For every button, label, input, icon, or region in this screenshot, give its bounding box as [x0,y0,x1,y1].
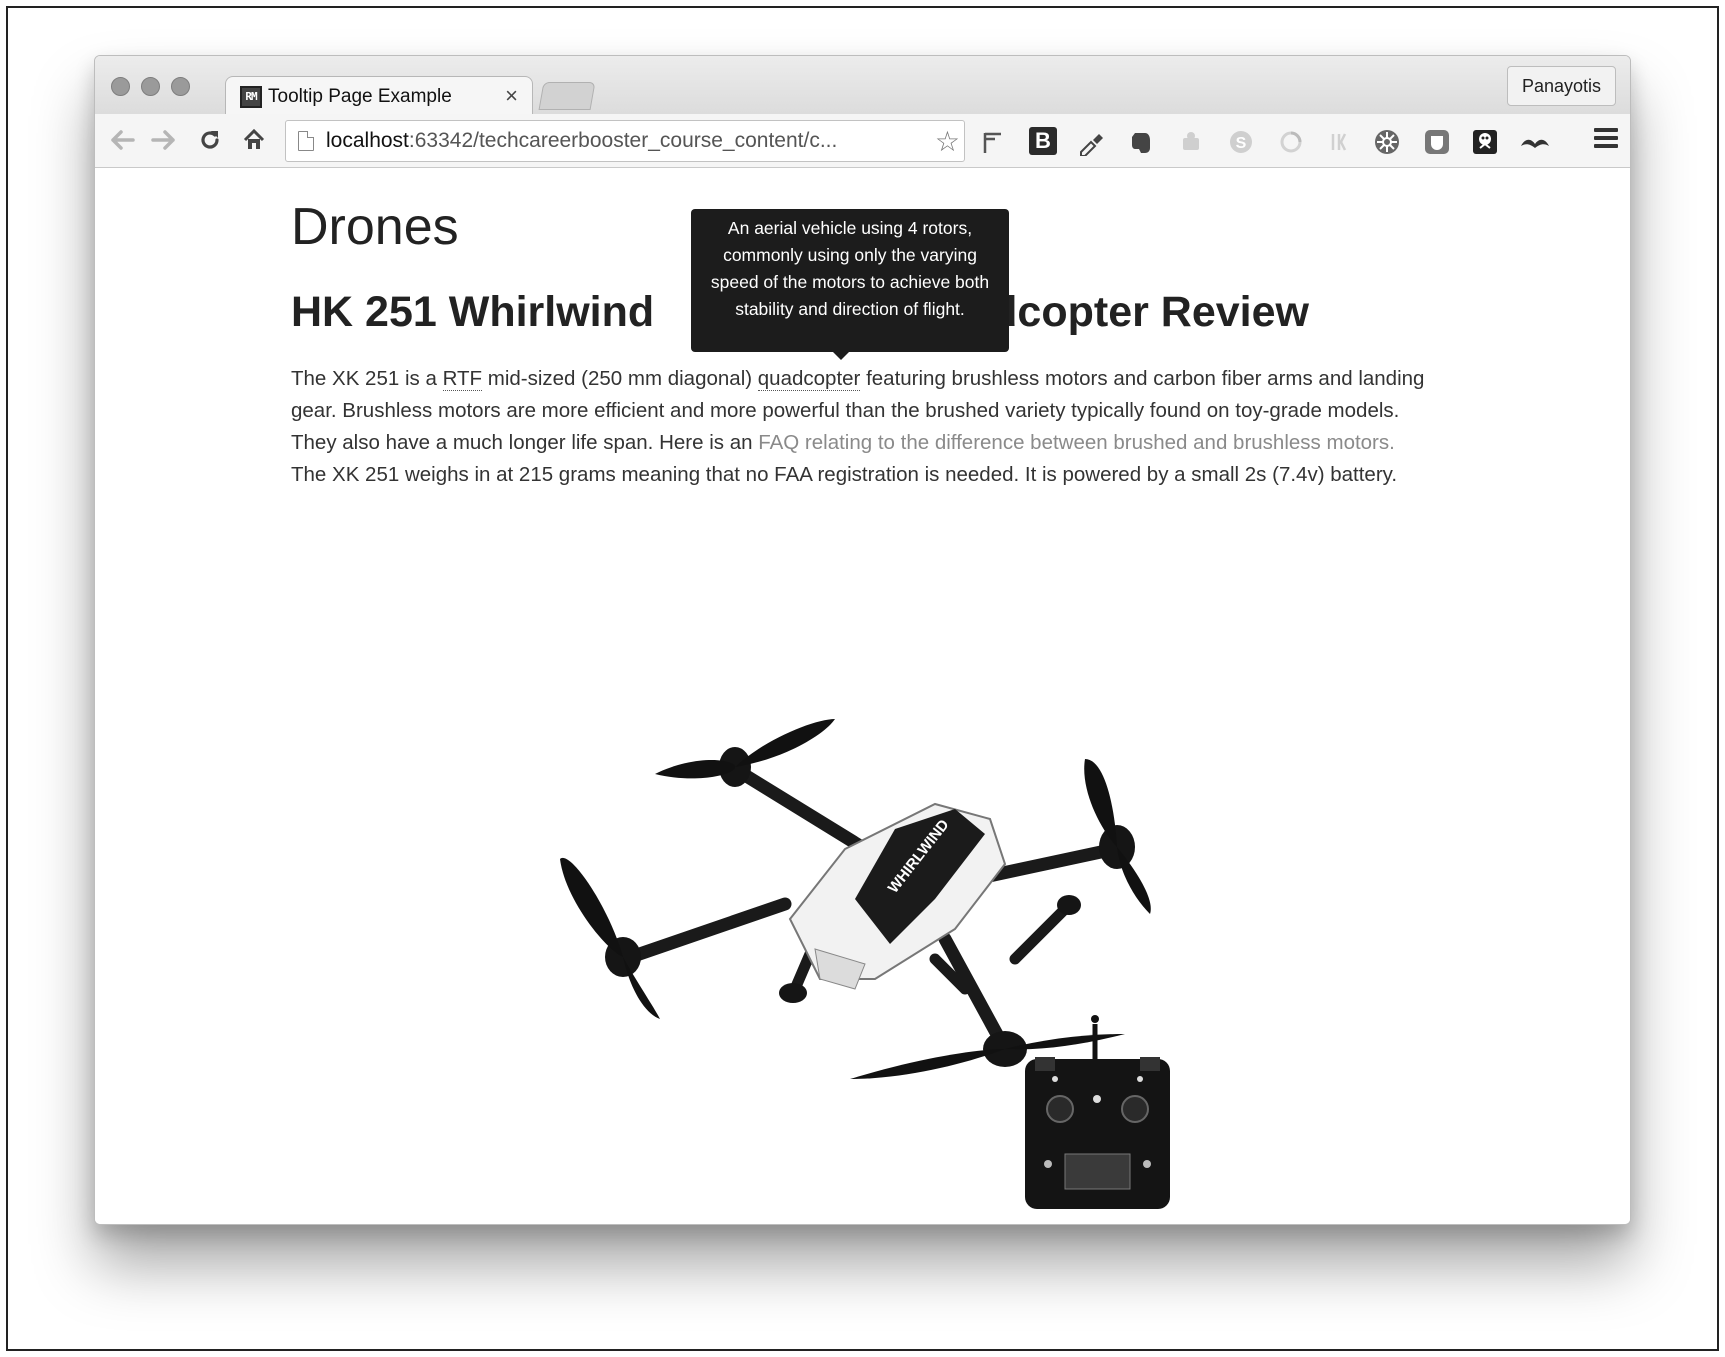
ext-pocket-icon[interactable] [1421,126,1453,158]
star-icon[interactable]: ☆ [935,125,960,158]
favicon-icon: RM [240,85,262,108]
forward-arrow-icon[interactable] [149,124,179,156]
review-paragraph: The XK 251 is a RTF mid-sized (250 mm di… [291,367,1425,486]
window-controls [111,77,190,96]
abbr-quadcopter[interactable]: quadcopter [757,367,861,391]
ext-light-icon-2[interactable] [1275,126,1307,158]
tab-close-button[interactable]: × [505,83,518,108]
faq-link[interactable]: FAQ relating to the difference between b… [758,431,1395,454]
back-arrow-icon[interactable] [107,124,137,156]
close-window-button[interactable] [111,77,130,96]
svg-text:S: S [1236,135,1247,152]
url-text[interactable]: localhost:63342/techcareerbooster_course… [326,129,916,153]
menu-icon[interactable] [1594,128,1618,152]
abbr-rtf[interactable]: RTF [442,367,483,391]
ext-light-icon-1[interactable] [1175,126,1207,158]
page-icon [298,131,314,151]
tooltip-arrow [832,351,850,360]
drone-product-image: WHIRLWIND [560,719,1170,1209]
page-title: Drones [291,198,459,256]
address-bar[interactable]: localhost:63342/techcareerbooster_course… [285,120,965,162]
new-tab-button[interactable] [538,82,596,110]
ext-ghostery-icon[interactable] [1469,126,1501,158]
zoom-window-button[interactable] [171,77,190,96]
eyedropper-icon[interactable] [1075,126,1107,158]
ext-s-icon[interactable]: S [1225,126,1257,158]
profile-button[interactable]: Panayotis [1506,66,1616,106]
reload-icon[interactable] [195,124,225,156]
quadcopter-tooltip: An aerial vehicle using 4 rotors, common… [691,209,1009,352]
ext-mustache-icon[interactable] [1519,126,1551,158]
ext-wheel-icon[interactable] [1371,126,1403,158]
tab-active[interactable]: RM Tooltip Page Example × [225,76,533,116]
tab-strip: RM Tooltip Page Example × Panayotis [95,56,1630,116]
browser-window: RM Tooltip Page Example × Panayotis loca… [94,55,1631,1225]
ext-b-icon[interactable]: B [1029,127,1057,155]
tab-title: Tooltip Page Example [268,85,452,107]
page-content: Drones HK 251 Whirlwind dcopter Review Th… [95,169,1630,1224]
bookmark-manager-icon[interactable] [977,126,1009,158]
ext-light-icon-3[interactable] [1323,126,1355,158]
evernote-icon[interactable] [1125,126,1157,158]
home-icon[interactable] [239,124,269,156]
minimize-window-button[interactable] [141,77,160,96]
browser-toolbar: localhost:63342/techcareerbooster_course… [95,114,1630,168]
